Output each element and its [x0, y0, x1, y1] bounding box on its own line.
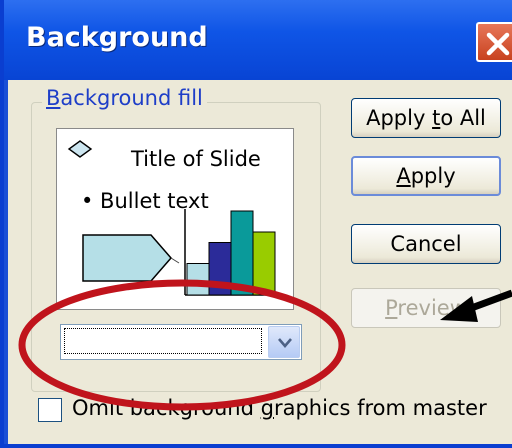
dropdown-arrow-button[interactable]	[268, 326, 300, 358]
chevron-down-icon	[278, 338, 292, 348]
window-title: Background	[26, 22, 208, 53]
apply-button[interactable]: Apply	[351, 156, 501, 196]
omit-graphics-label[interactable]: Omit background graphics from master	[72, 396, 487, 420]
chart-bar-2	[208, 242, 232, 296]
preview-slide-title: Title of Slide	[131, 147, 261, 171]
title-bar[interactable]: Background	[4, 0, 512, 80]
omit-graphics-checkbox[interactable]	[38, 398, 62, 422]
dialog-window: Background Background fill Title of Slid…	[0, 0, 512, 448]
cancel-button[interactable]: Cancel	[351, 224, 501, 264]
close-button[interactable]	[476, 22, 512, 62]
close-icon	[486, 32, 510, 56]
apply-to-all-button[interactable]: Apply to All	[351, 98, 501, 138]
chart-bar-4	[252, 231, 276, 296]
preview-button[interactable]: Preview	[351, 288, 501, 328]
preview-bar-chart	[184, 209, 281, 296]
group-label: Background fill	[42, 86, 207, 110]
dialog-client: Background fill Title of Slide • Bullet …	[8, 80, 512, 444]
fill-color-dropdown[interactable]	[60, 324, 302, 360]
chart-bar-1	[186, 263, 210, 296]
pentagon-arrow-shape	[82, 234, 180, 282]
chart-bar-3	[230, 210, 254, 296]
diamond-icon	[67, 140, 93, 158]
dropdown-value	[64, 328, 262, 354]
slide-preview: Title of Slide • Bullet text	[56, 128, 294, 310]
